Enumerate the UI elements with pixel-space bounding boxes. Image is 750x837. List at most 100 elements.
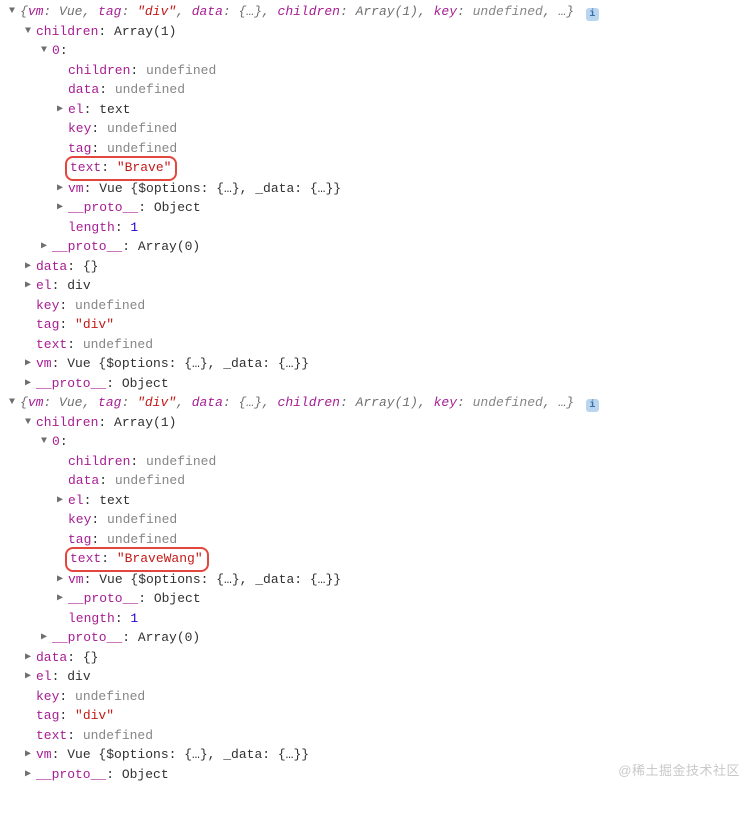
prop-children-1[interactable]: children: Array(1) — [22, 22, 750, 42]
v-braces: {…} — [239, 395, 262, 410]
prop-el-inner-1[interactable]: el: text — [54, 100, 750, 120]
v-undef: undefined — [75, 298, 145, 313]
disclosure-triangle-icon[interactable] — [22, 276, 34, 296]
prop-proto-array-2[interactable]: __proto__: Array(0) — [38, 628, 750, 648]
prop-tag-2[interactable]: tag: "div" — [22, 706, 750, 726]
prop-key-1[interactable]: key: undefined — [22, 296, 750, 316]
k-tag: tag — [98, 4, 121, 19]
disclosure-triangle-icon[interactable] — [22, 374, 34, 394]
k-vm: vm — [68, 572, 84, 587]
v-arr0: Array(0) — [138, 630, 200, 645]
v-undef: undefined — [107, 141, 177, 156]
info-icon[interactable]: i — [586, 8, 599, 21]
k-text: text — [36, 728, 67, 743]
k-vm: vm — [28, 4, 44, 19]
v-braces: {…} — [239, 4, 262, 19]
k-children: children — [68, 63, 130, 78]
k-text: text — [36, 337, 67, 352]
disclosure-triangle-icon[interactable] — [22, 413, 34, 433]
highlight-box: text: "Brave" — [65, 156, 177, 181]
disclosure-triangle-icon[interactable] — [54, 589, 66, 609]
v-vueexp: Vue {$options: {…}, _data: {…}} — [67, 356, 309, 371]
prop-vm-inner-1[interactable]: vm: Vue {$options: {…}, _data: {…}} — [54, 179, 750, 199]
v-emptybraces: {} — [83, 650, 99, 665]
disclosure-triangle-icon[interactable] — [22, 765, 34, 785]
k-vm: vm — [68, 181, 84, 196]
prop-key-inner-1[interactable]: key: undefined — [54, 119, 750, 139]
prop-proto-1[interactable]: __proto__: Object — [22, 374, 750, 394]
k-key: key — [68, 121, 91, 136]
disclosure-triangle-icon[interactable] — [38, 237, 50, 257]
k-0: 0 — [52, 434, 60, 449]
v-divstr: "div" — [75, 317, 114, 332]
prop-index0-2[interactable]: 0: — [38, 432, 750, 452]
disclosure-triangle-icon[interactable] — [54, 100, 66, 120]
disclosure-triangle-icon[interactable] — [22, 354, 34, 374]
prop-el-1[interactable]: el: div — [22, 276, 750, 296]
disclosure-triangle-icon[interactable] — [22, 745, 34, 765]
v-object: Object — [122, 376, 169, 391]
prop-text-inner-2[interactable]: text: "BraveWang" — [54, 549, 750, 570]
prop-children-inner-1[interactable]: children: undefined — [54, 61, 750, 81]
prop-children-2[interactable]: children: Array(1) — [22, 413, 750, 433]
k-el: el — [36, 669, 52, 684]
prop-proto-inner-1[interactable]: __proto__: Object — [54, 198, 750, 218]
disclosure-triangle-icon[interactable] — [54, 198, 66, 218]
prop-data-inner-2[interactable]: data: undefined — [54, 471, 750, 491]
disclosure-triangle-icon[interactable] — [6, 2, 18, 22]
v-arr1: Array(1) — [114, 24, 176, 39]
prop-data-inner-1[interactable]: data: undefined — [54, 80, 750, 100]
disclosure-triangle-icon[interactable] — [22, 648, 34, 668]
prop-tag-1[interactable]: tag: "div" — [22, 315, 750, 335]
prop-vm-inner-2[interactable]: vm: Vue {$options: {…}, _data: {…}} — [54, 570, 750, 590]
prop-text-inner-1[interactable]: text: "Brave" — [54, 158, 750, 179]
highlight-box: text: "BraveWang" — [65, 547, 209, 572]
prop-length-2[interactable]: length: 1 — [38, 609, 750, 629]
k-tag: tag — [36, 708, 59, 723]
k-key: key — [434, 4, 457, 19]
prop-proto-inner-2[interactable]: __proto__: Object — [54, 589, 750, 609]
object-summary-1[interactable]: {vm: Vue, tag: "div", data: {…}, childre… — [6, 2, 750, 22]
k-0: 0 — [52, 43, 60, 58]
v-arr1: Array(1) — [356, 395, 418, 410]
k-key: key — [434, 395, 457, 410]
disclosure-triangle-icon[interactable] — [54, 570, 66, 590]
disclosure-triangle-icon[interactable] — [22, 22, 34, 42]
prop-key-inner-2[interactable]: key: undefined — [54, 510, 750, 530]
prop-index0-1[interactable]: 0: — [38, 41, 750, 61]
v-divstr: "div" — [75, 708, 114, 723]
k-length: length — [68, 611, 115, 626]
prop-proto-array-1[interactable]: __proto__: Array(0) — [38, 237, 750, 257]
v-vueexp: Vue {$options: {…}, _data: {…}} — [67, 747, 309, 762]
disclosure-triangle-icon[interactable] — [6, 393, 18, 413]
v-Vue: Vue — [59, 395, 82, 410]
prop-data-2[interactable]: data: {} — [22, 648, 750, 668]
k-children: children — [278, 4, 340, 19]
v-undef: undefined — [115, 473, 185, 488]
prop-key-2[interactable]: key: undefined — [22, 687, 750, 707]
prop-data-1[interactable]: data: {} — [22, 257, 750, 277]
disclosure-triangle-icon[interactable] — [22, 667, 34, 687]
prop-length-1[interactable]: length: 1 — [38, 218, 750, 238]
disclosure-triangle-icon[interactable] — [22, 257, 34, 277]
v-undef: undefined — [146, 454, 216, 469]
watermark: @稀土掘金技术社区 — [618, 761, 740, 781]
prop-text-2[interactable]: text: undefined — [22, 726, 750, 746]
prop-vm-1[interactable]: vm: Vue {$options: {…}, _data: {…}} — [22, 354, 750, 374]
disclosure-triangle-icon[interactable] — [54, 491, 66, 511]
v-undef: undefined — [107, 121, 177, 136]
info-icon[interactable]: i — [586, 399, 599, 412]
prop-el-inner-2[interactable]: el: text — [54, 491, 750, 511]
disclosure-triangle-icon[interactable] — [38, 628, 50, 648]
disclosure-triangle-icon[interactable] — [38, 432, 50, 452]
prop-el-2[interactable]: el: div — [22, 667, 750, 687]
disclosure-triangle-icon[interactable] — [54, 179, 66, 199]
k-proto: __proto__ — [36, 376, 106, 391]
prop-children-inner-2[interactable]: children: undefined — [54, 452, 750, 472]
prop-text-1[interactable]: text: undefined — [22, 335, 750, 355]
k-key: key — [68, 512, 91, 527]
object-summary-2[interactable]: {vm: Vue, tag: "div", data: {…}, childre… — [6, 393, 750, 413]
disclosure-triangle-icon[interactable] — [38, 41, 50, 61]
k-children: children — [278, 395, 340, 410]
v-undef: undefined — [473, 4, 543, 19]
